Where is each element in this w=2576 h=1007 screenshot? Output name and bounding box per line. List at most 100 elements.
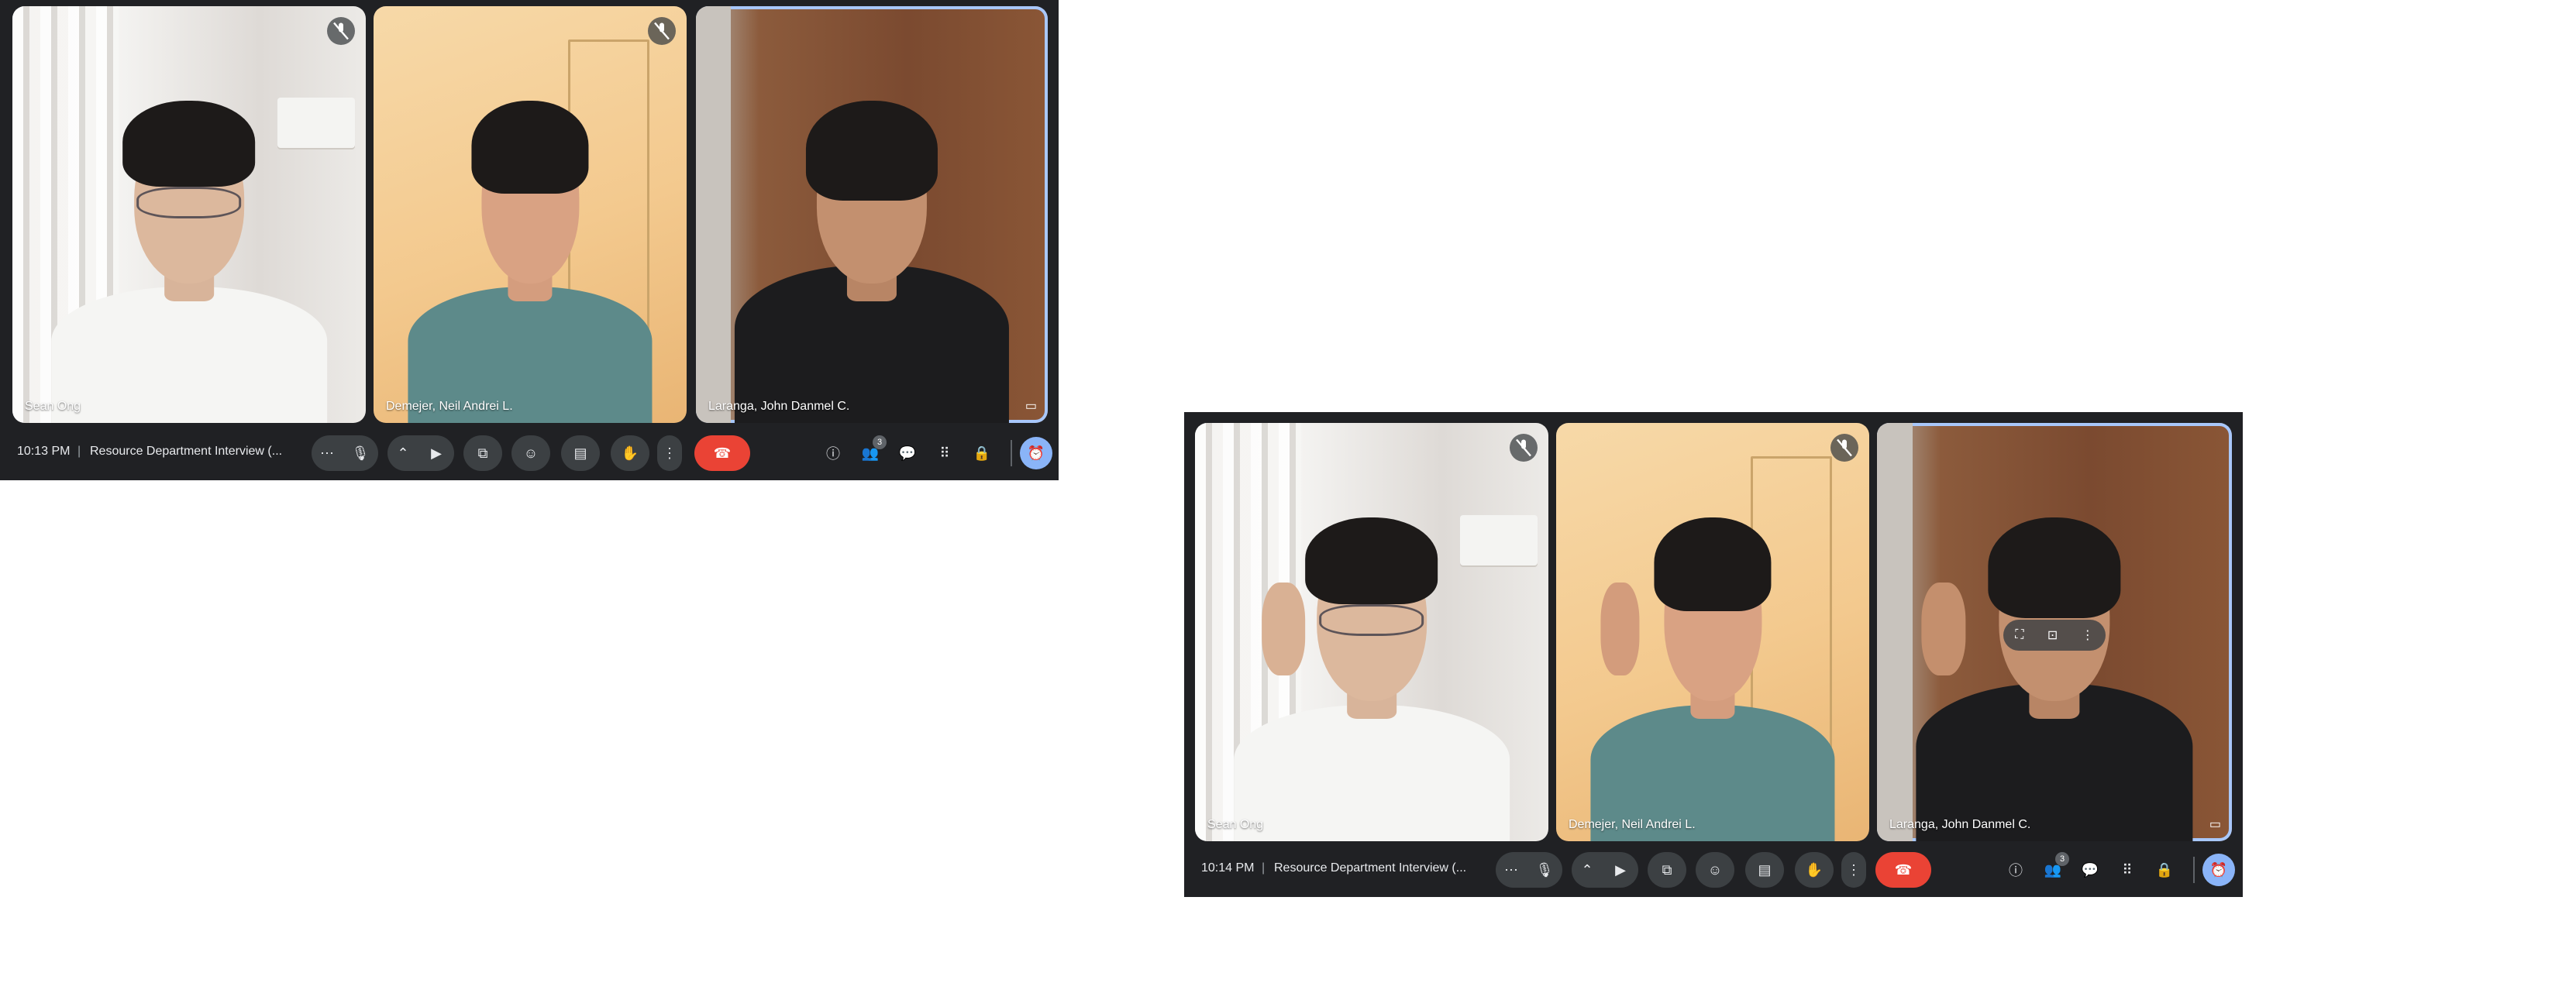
bottom-bar: 10:13 PM | Resource Department Interview… [0, 428, 1059, 480]
present-button[interactable]: ⧉ [1648, 852, 1686, 888]
chat-icon: 💬 [898, 445, 917, 461]
lock-person-icon: 🔒 [2155, 861, 2174, 878]
chevron-up-icon: ⌃ [397, 445, 409, 461]
participant-name: Sean Ong [1207, 818, 1264, 831]
leave-call-button[interactable]: ☎ [694, 435, 750, 471]
meeting-title: Resource Department Interview (... [1274, 861, 1467, 875]
info-icon: ⓘ [2009, 863, 2023, 878]
leave-call-button[interactable]: ☎ [1875, 852, 1931, 888]
more-actions-button[interactable]: ⋮ [657, 435, 682, 471]
activities-button[interactable]: ⠿ [2111, 854, 2144, 886]
host-controls-button[interactable]: 🔒 [2148, 854, 2181, 886]
timer-icon: ⏰ [2209, 861, 2228, 878]
videocam-icon: ▶ [1615, 861, 1626, 878]
tile-hover-controls: ⛶ ⊡ ⋮ [2003, 619, 2106, 651]
wall [1877, 423, 1913, 841]
minimize-tile-icon[interactable]: ⊡ [2047, 627, 2058, 643]
more-horiz-icon: ⋯ [320, 445, 334, 461]
bottom-bar: 10:14 PM | Resource Department Interview… [1184, 844, 2243, 897]
present-button[interactable]: ⧉ [463, 435, 502, 471]
participant-name: Laranga, John Danmel C. [1889, 818, 2031, 831]
timer-button[interactable]: ⏰ [1020, 437, 1052, 469]
timer-icon: ⏰ [1027, 445, 1045, 461]
people-button[interactable]: 👥 3 [854, 435, 887, 469]
participant-tile-demejer[interactable]: Demejer, Neil Andrei L. [374, 6, 687, 423]
mic-button[interactable]: 🎙 [1527, 852, 1562, 888]
meeting-clock: 10:13 PM [17, 445, 71, 458]
camera-button[interactable]: ▶ [418, 435, 454, 471]
info-icon: ⓘ [826, 446, 840, 462]
videocam-icon: ▶ [431, 445, 442, 461]
more-vert-icon: ⋮ [1847, 861, 1861, 878]
mic-button[interactable]: 🎙 [343, 435, 378, 471]
participant-name: Sean Ong [25, 400, 81, 413]
meeting-clock: 10:14 PM [1201, 861, 1255, 875]
end-call-icon: ☎ [1894, 861, 1913, 878]
host-controls-button[interactable]: 🔒 [966, 437, 998, 469]
present-screen-icon: ⧉ [477, 445, 488, 461]
emoji-icon: ☺ [523, 445, 539, 461]
more-vert-icon[interactable]: ⋮ [2082, 627, 2094, 643]
chat-button[interactable]: 💬 [2074, 854, 2106, 886]
more-options-button[interactable]: ⋯ [312, 435, 343, 471]
separator: | [77, 445, 81, 458]
participant-video [734, 64, 1010, 423]
end-call-icon: ☎ [713, 445, 732, 461]
people-button[interactable]: 👥 3 [2037, 852, 2069, 886]
participant-video [51, 64, 327, 423]
meeting-details-button[interactable]: ⓘ [1999, 854, 2032, 886]
present-screen-icon: ⧉ [1662, 861, 1672, 878]
pip-icon[interactable]: ▭ [2209, 816, 2221, 832]
separator: | [1262, 861, 1266, 875]
participant-video [1234, 482, 1510, 841]
more-vert-icon: ⋮ [663, 445, 677, 461]
camera-button[interactable]: ▶ [1603, 852, 1638, 888]
participant-video [1590, 482, 1835, 841]
mic-icon: 🎙 [351, 445, 370, 461]
meet-window-2: Sean Ong Demejer, Neil Andrei L. ⛶ ⊡ ⋮ L… [1184, 412, 2243, 897]
mic-off-icon [1510, 434, 1538, 462]
camera-options-button[interactable]: ⌃ [387, 435, 418, 471]
camera-options-button[interactable]: ⌃ [1572, 852, 1603, 888]
emoji-button[interactable]: ☺ [1696, 852, 1734, 888]
participant-name: Demejer, Neil Andrei L. [1569, 818, 1696, 831]
captions-button[interactable]: ▤ [1745, 852, 1784, 888]
participant-video [1916, 482, 2193, 841]
people-count-badge: 3 [2055, 852, 2069, 866]
participant-tile-laranga[interactable]: ⛶ ⊡ ⋮ Laranga, John Danmel C. ▭ [1877, 423, 2232, 841]
captions-icon: ▤ [1758, 861, 1772, 878]
more-horiz-icon: ⋯ [1504, 861, 1518, 878]
lock-person-icon: 🔒 [973, 445, 991, 461]
more-actions-button[interactable]: ⋮ [1841, 852, 1866, 888]
meeting-details-button[interactable]: ⓘ [817, 437, 849, 469]
wall [696, 6, 732, 423]
divider [1011, 440, 1012, 466]
participant-tile-sean-ong[interactable]: Sean Ong [1195, 423, 1548, 841]
emoji-icon: ☺ [1707, 861, 1723, 878]
mic-off-icon [327, 17, 355, 45]
apps-grid-icon: ⠿ [2122, 861, 2133, 878]
raise-hand-button[interactable]: ✋ [1795, 852, 1834, 888]
frame-person-icon[interactable]: ⛶ [2015, 628, 2023, 642]
chat-button[interactable]: 💬 [891, 437, 924, 469]
mic-icon: 🎙 [1535, 861, 1554, 878]
captions-button[interactable]: ▤ [561, 435, 600, 471]
pip-icon[interactable]: ▭ [1025, 398, 1037, 414]
chat-icon: 💬 [2081, 861, 2099, 878]
raise-hand-icon: ✋ [1805, 861, 1824, 878]
apps-grid-icon: ⠿ [939, 445, 950, 461]
raise-hand-icon: ✋ [621, 445, 639, 461]
captions-icon: ▤ [573, 445, 587, 461]
chevron-up-icon: ⌃ [1581, 861, 1593, 878]
activities-button[interactable]: ⠿ [928, 437, 961, 469]
participant-tile-sean-ong[interactable]: Sean Ong [12, 6, 366, 423]
divider [2193, 857, 2195, 883]
more-options-button[interactable]: ⋯ [1496, 852, 1527, 888]
participant-tile-laranga[interactable]: Laranga, John Danmel C. ▭ [696, 6, 1048, 423]
people-count-badge: 3 [873, 435, 887, 449]
participant-name: Laranga, John Danmel C. [708, 400, 850, 413]
participant-tile-demejer[interactable]: Demejer, Neil Andrei L. [1556, 423, 1869, 841]
raise-hand-button[interactable]: ✋ [611, 435, 649, 471]
emoji-button[interactable]: ☺ [511, 435, 550, 471]
timer-button[interactable]: ⏰ [2202, 854, 2235, 886]
